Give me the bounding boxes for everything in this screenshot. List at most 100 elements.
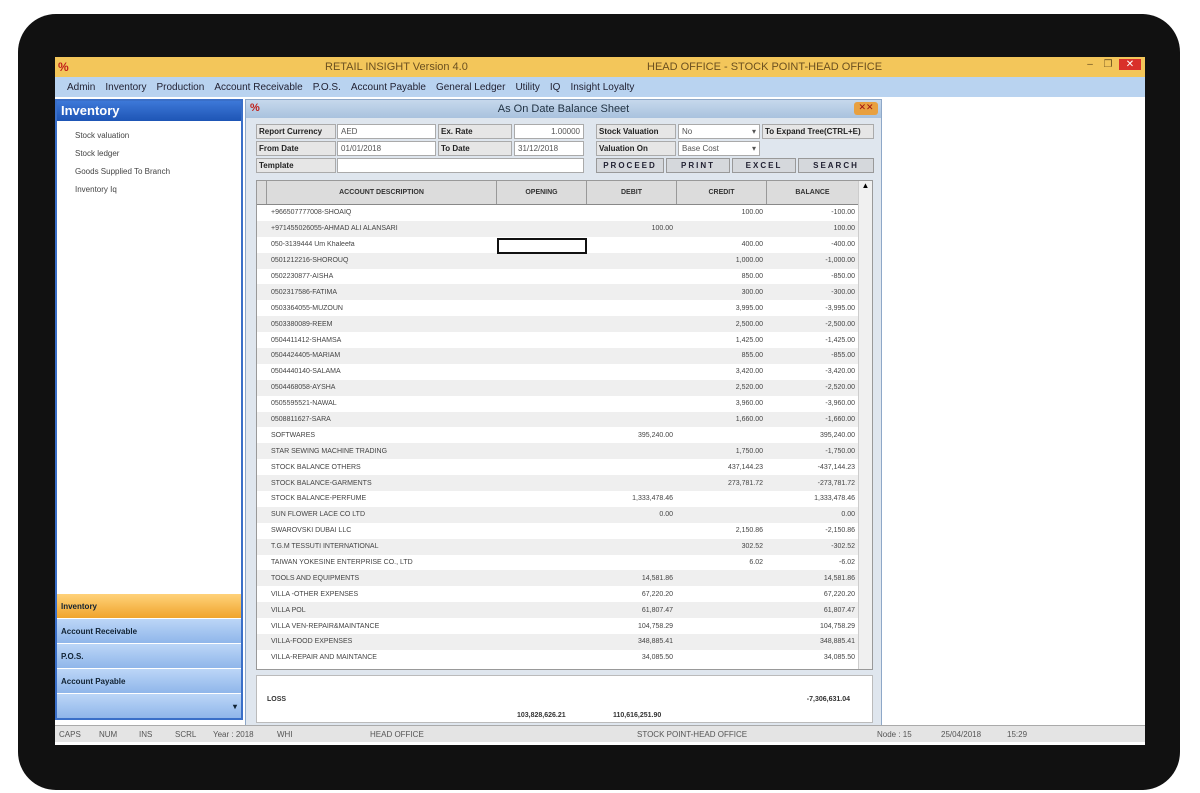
nav-more-button[interactable]: ▾ xyxy=(57,693,241,718)
cell-balance[interactable]: -855.00 xyxy=(767,352,859,359)
cell-credit[interactable]: 6.02 xyxy=(677,559,767,566)
cell-account[interactable]: 0504440140-SALAMA xyxy=(267,368,497,375)
cell-account[interactable]: 0508811627-SARA xyxy=(267,416,497,423)
cell-debit[interactable]: 61,807.47 xyxy=(587,607,677,614)
cell-credit[interactable]: 1,425.00 xyxy=(677,337,767,344)
cell-account[interactable]: STOCK BALANCE-GARMENTS xyxy=(267,480,497,487)
cell-credit[interactable]: 300.00 xyxy=(677,289,767,296)
table-row[interactable]: TOOLS AND EQUIPMENTS 14,581.86 14,581.86 xyxy=(257,570,872,587)
cell-credit[interactable]: 3,420.00 xyxy=(677,368,767,375)
cell-balance[interactable]: -1,750.00 xyxy=(767,448,859,455)
table-row[interactable]: VILLA -OTHER EXPENSES 67,220.20 67,220.20 xyxy=(257,586,872,602)
search-button[interactable]: SEARCH xyxy=(798,158,874,173)
cell-account[interactable]: 0503364055-MUZOUN xyxy=(267,305,497,312)
cell-account[interactable]: +966507777008-SHOAIQ xyxy=(267,209,497,216)
cell-debit[interactable]: 348,885.41 xyxy=(587,638,677,645)
cell-debit[interactable]: 100.00 xyxy=(587,225,677,232)
table-row[interactable]: 0501212216-SHOROUQ 1,000.00 -1,000.00 xyxy=(257,252,872,269)
cell-debit[interactable]: 1,333,478.46 xyxy=(587,495,677,502)
table-row[interactable]: 0504440140-SALAMA 3,420.00 -3,420.00 xyxy=(257,364,872,380)
menu-utility[interactable]: Utility xyxy=(515,82,539,97)
menu-insight-loyalty[interactable]: Insight Loyalty xyxy=(570,82,634,97)
cell-balance[interactable]: -1,000.00 xyxy=(767,257,859,264)
cell-account[interactable]: TAIWAN YOKESINE ENTERPRISE CO., LTD xyxy=(267,559,497,566)
cell-balance[interactable]: -273,781.72 xyxy=(767,480,859,487)
table-row[interactable]: T.G.M TESSUTI INTERNATIONAL 302.52 -302.52 xyxy=(257,538,872,555)
valuation-on-select[interactable]: Base Cost ▾ xyxy=(678,141,760,156)
table-row[interactable]: +971455026055-AHMAD ALI ALANSARI 100.00 10… xyxy=(257,220,872,237)
cell-account[interactable]: +971455026055-AHMAD ALI ALANSARI xyxy=(267,225,497,232)
cell-credit[interactable]: 3,960.00 xyxy=(677,400,767,407)
menu-account-payable[interactable]: Account Payable xyxy=(351,82,426,97)
close-button[interactable]: ✕ xyxy=(1119,59,1141,70)
cell-account[interactable]: STOCK BALANCE-PERFUME xyxy=(267,495,497,502)
table-row[interactable]: VILLA-FOOD EXPENSES 348,885.41 348,885.41 xyxy=(257,634,872,650)
cell-account[interactable]: VILLA-FOOD EXPENSES xyxy=(267,638,497,645)
cell-account[interactable]: 0504468058-AYSHA xyxy=(267,384,497,391)
cell-balance[interactable]: 14,581.86 xyxy=(767,575,859,582)
col-account-description[interactable]: ACCOUNT DESCRIPTION xyxy=(267,181,497,204)
cell-credit[interactable]: 2,500.00 xyxy=(677,321,767,328)
cell-account[interactable]: STAR SEWING MACHINE TRADING xyxy=(267,448,497,455)
cell-credit[interactable]: 1,000.00 xyxy=(677,257,767,264)
menu-production[interactable]: Production xyxy=(157,82,205,97)
table-row[interactable]: SUN FLOWER LACE CO LTD 0.00 0.00 xyxy=(257,506,872,523)
cell-balance[interactable]: -3,995.00 xyxy=(767,305,859,312)
cell-account[interactable]: 0502230877-AISHA xyxy=(267,273,497,280)
table-row[interactable]: STOCK BALANCE-GARMENTS 273,781.72 -273,781… xyxy=(257,475,872,492)
cell-balance[interactable]: -400.00 xyxy=(767,241,859,248)
table-row[interactable]: TAIWAN YOKESINE ENTERPRISE CO., LTD 6.02-… xyxy=(257,555,872,571)
menu-pos[interactable]: P.O.S. xyxy=(313,82,341,97)
cell-account[interactable]: 0504424405-MARIAM xyxy=(267,352,497,359)
table-row[interactable]: STOCK BALANCE-PERFUME 1,333,478.46 1,333,4… xyxy=(257,491,872,507)
cell-account[interactable]: VILLA POL xyxy=(267,607,497,614)
sidebar-item-stock-valuation[interactable]: Stock valuation xyxy=(57,127,241,145)
cell-balance[interactable]: -850.00 xyxy=(767,273,859,280)
sidebar-item-stock-ledger[interactable]: Stock ledger xyxy=(57,145,241,163)
cell-balance[interactable]: 100.00 xyxy=(767,225,859,232)
table-row[interactable]: +966507777008-SHOAIQ 100.00 -100.00 xyxy=(257,205,872,221)
cell-balance[interactable]: -300.00 xyxy=(767,289,859,296)
cell-credit[interactable]: 1,750.00 xyxy=(677,448,767,455)
table-row[interactable]: SWAROVSKI DUBAI LLC 2,150.86 -2,150.86 xyxy=(257,523,872,539)
col-debit[interactable]: DEBIT xyxy=(587,181,677,204)
table-row[interactable]: VILLA-REPAIR AND MAINTANCE 34,085.50 34,08… xyxy=(257,650,872,666)
col-credit[interactable]: CREDIT xyxy=(677,181,767,204)
cell-credit[interactable]: 437,144.23 xyxy=(677,464,767,471)
menu-account-receivable[interactable]: Account Receivable xyxy=(214,82,302,97)
table-row[interactable]: 0504424405-MARIAM 855.00 -855.00 xyxy=(257,348,872,364)
cell-account[interactable]: VILLA VEN-REPAIR&MAINTANCE xyxy=(267,623,497,630)
cell-account[interactable]: SOFTWARES xyxy=(267,432,497,439)
table-row[interactable]: 0505595521-NAWAL 3,960.00 -3,960.00 xyxy=(257,396,872,412)
table-row[interactable]: STAR SEWING MACHINE TRADING 1,750.00 -1,75… xyxy=(257,443,872,460)
window-close-button[interactable]: ✕✕ xyxy=(854,102,878,115)
cell-balance[interactable]: -100.00 xyxy=(767,209,859,216)
cell-account[interactable]: T.G.M TESSUTI INTERNATIONAL xyxy=(267,543,497,550)
sidebar-item-inventory-iq[interactable]: Inventory Iq xyxy=(57,181,241,199)
cell-balance[interactable]: -2,500.00 xyxy=(767,321,859,328)
table-row[interactable]: 0504468058-AYSHA 2,520.00 -2,520.00 xyxy=(257,379,872,396)
table-row[interactable]: STOCK BALANCE OTHERS 437,144.23 -437,144.2… xyxy=(257,459,872,475)
cell-credit[interactable]: 1,660.00 xyxy=(677,416,767,423)
cell-account[interactable]: 050-3139444 Um Khaleefa xyxy=(267,241,497,248)
cell-account[interactable]: 0505595521-NAWAL xyxy=(267,400,497,407)
cell-account[interactable]: VILLA-REPAIR AND MAINTANCE xyxy=(267,654,497,661)
table-row[interactable]: 0502230877-AISHA 850.00 -850.00 xyxy=(257,269,872,285)
cell-credit[interactable]: 2,150.86 xyxy=(677,527,767,534)
cell-debit[interactable]: 104,758.29 xyxy=(587,623,677,630)
cell-credit[interactable]: 2,520.00 xyxy=(677,384,767,391)
cell-account[interactable]: 0503380089-REEM xyxy=(267,321,497,328)
cell-debit[interactable]: 395,240.00 xyxy=(587,432,677,439)
menu-admin[interactable]: Admin xyxy=(67,82,95,97)
table-row[interactable]: 0503364055-MUZOUN 3,995.00 -3,995.00 xyxy=(257,300,872,316)
sidebar-item-goods-supplied[interactable]: Goods Supplied To Branch xyxy=(57,163,241,181)
cell-balance[interactable]: -3,960.00 xyxy=(767,400,859,407)
stock-valuation-select[interactable]: No ▾ xyxy=(678,124,760,139)
cell-credit[interactable]: 302.52 xyxy=(677,543,767,550)
selected-cell[interactable] xyxy=(497,238,587,254)
print-button[interactable]: PRINT xyxy=(666,158,730,173)
nav-account-receivable[interactable]: Account Receivable xyxy=(57,618,241,643)
nav-account-payable[interactable]: Account Payable xyxy=(57,668,241,693)
scroll-up-icon[interactable]: ▲ xyxy=(859,181,872,190)
restore-button[interactable]: ❐ xyxy=(1101,59,1115,70)
